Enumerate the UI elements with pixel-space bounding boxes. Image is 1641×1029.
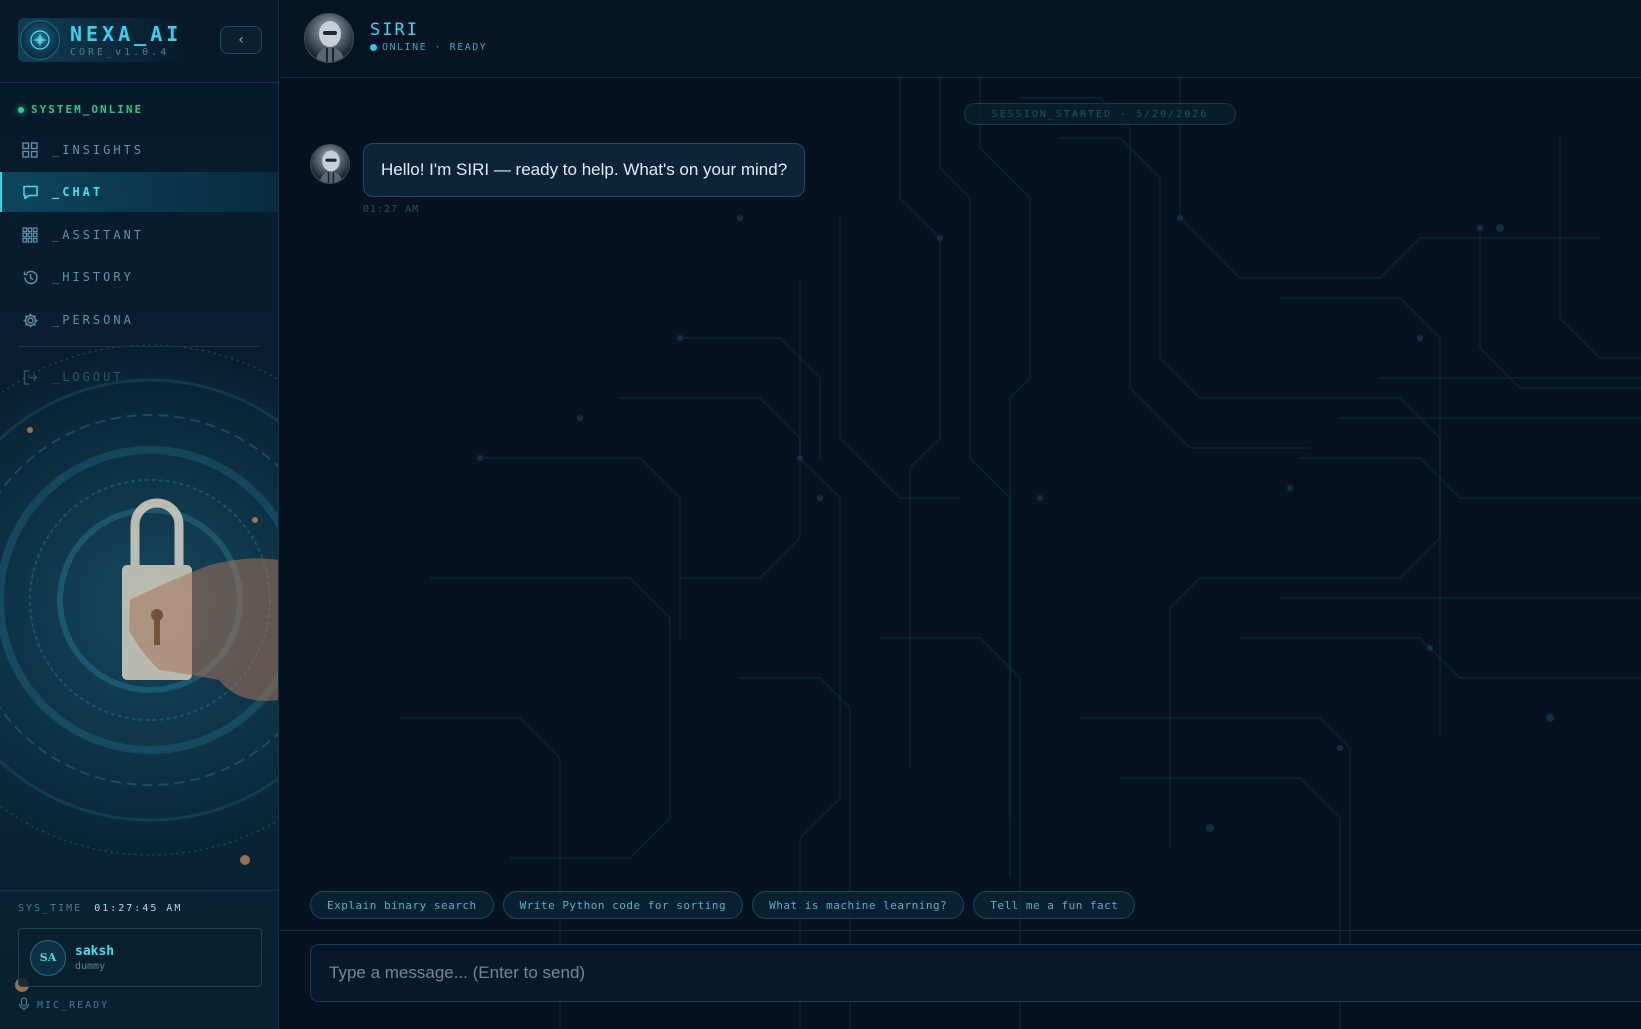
nav-item-label: _HISTORY	[52, 270, 134, 284]
system-time-value: 01:27:45 AM	[94, 903, 183, 914]
logout-label: _LOGOUT	[52, 370, 124, 384]
nav-item-label: _INSIGHTS	[52, 143, 145, 157]
status-dot	[18, 106, 24, 113]
status-dot	[370, 44, 377, 51]
brand-logo	[20, 20, 60, 60]
logout-button[interactable]: _LOGOUT	[0, 357, 278, 397]
bot-status-label: ONLINE · READY	[382, 42, 488, 53]
chevron-left-icon: ‹	[238, 32, 244, 48]
chat-header: SIRI ONLINE · READY	[280, 0, 1641, 78]
microphone-icon	[18, 997, 30, 1014]
suggestion-chip[interactable]: What is machine learning?	[752, 891, 965, 919]
bot-message-bubble: Hello! I'm SIRI — ready to help. What's …	[363, 143, 806, 197]
composer-divider	[280, 930, 1641, 931]
apps-icon	[21, 226, 39, 244]
robot-icon	[315, 21, 345, 62]
robot-logo-icon	[30, 30, 50, 50]
mic-status-label: MIC_READY	[37, 1000, 110, 1011]
brand-version: CORE_v1.0.4	[70, 47, 170, 58]
nav-item-chat[interactable]: _CHAT	[0, 172, 278, 212]
logout-icon	[21, 368, 39, 386]
bot-avatar	[304, 13, 354, 63]
nav-item-label: _ASSITANT	[52, 228, 145, 242]
system-status-label: SYSTEM_ONLINE	[31, 103, 144, 116]
user-name: saksh	[75, 943, 115, 959]
footer-divider	[0, 890, 278, 891]
suggestion-chip[interactable]: Tell me a fun fact	[973, 891, 1136, 919]
mic-status: MIC_READY	[18, 997, 109, 1014]
user-role: dummy	[75, 960, 106, 972]
session-started-badge: SESSION_STARTED · 5/20/2026	[964, 103, 1236, 125]
collapse-sidebar-button[interactable]: ‹	[220, 26, 262, 54]
chat-panel: SIRI ONLINE · READY SESSION_STARTED · 5/…	[280, 0, 1641, 1029]
gear-icon	[21, 311, 39, 329]
sidebar: NEXA_AI CORE_v1.0.4 ‹ SYSTEM_ONLINE _INS…	[0, 0, 279, 1029]
chat-icon	[21, 183, 39, 201]
system-time-label: SYS_TIME	[18, 903, 83, 914]
message-avatar	[310, 144, 350, 184]
bot-name: SIRI	[370, 20, 419, 40]
grid-icon	[21, 141, 39, 159]
nav-item-assistant[interactable]: _ASSITANT	[0, 215, 278, 255]
header-divider	[0, 82, 278, 83]
nav-item-persona[interactable]: _PERSONA	[0, 300, 278, 340]
avatar: SA	[30, 939, 66, 976]
system-status: SYSTEM_ONLINE	[18, 103, 143, 116]
nav-item-label: _CHAT	[52, 185, 104, 199]
system-time: SYS_TIME 01:27:45 AM	[18, 903, 182, 914]
brand: NEXA_AI CORE_v1.0.4	[18, 18, 188, 62]
suggestion-chip[interactable]: Explain binary search	[310, 891, 494, 919]
message-input[interactable]	[311, 945, 1641, 1001]
bot-status: ONLINE · READY	[370, 42, 487, 53]
brand-name: NEXA_AI	[70, 22, 183, 46]
message-composer	[310, 944, 1641, 1002]
robot-icon	[319, 150, 343, 183]
nav-item-history[interactable]: _HISTORY	[0, 257, 278, 297]
history-icon	[21, 268, 39, 286]
message-timestamp: 01:27 AM	[363, 204, 420, 215]
user-card[interactable]: SA saksh dummy	[18, 928, 262, 987]
nav-item-label: _PERSONA	[52, 313, 134, 327]
suggestion-chips: Explain binary search Write Python code …	[310, 891, 1136, 919]
circuit-background	[400, 78, 1641, 1029]
nav-item-insights[interactable]: _INSIGHTS	[0, 130, 278, 170]
nav-divider	[18, 346, 260, 347]
suggestion-chip[interactable]: Write Python code for sorting	[502, 891, 744, 919]
